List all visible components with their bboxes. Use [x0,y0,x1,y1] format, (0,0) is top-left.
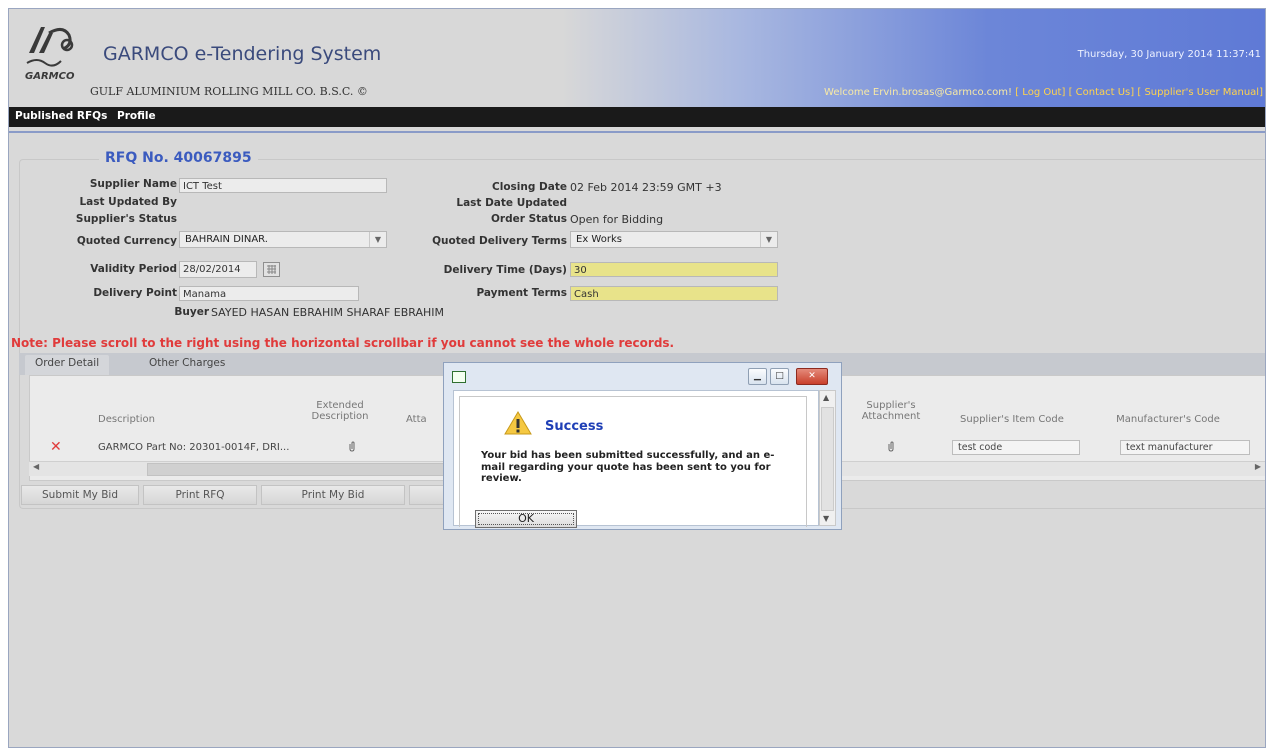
supplier-item-code-input[interactable]: test code [952,440,1080,455]
paperclip-icon[interactable] [887,441,895,455]
logout-link[interactable]: [ Log Out] [1015,87,1065,98]
buyer-value: SAYED HASAN EBRAHIM SHARAF EBRAHIM [211,306,444,319]
contact-us-link[interactable]: [ Contact Us] [1069,87,1135,98]
delete-row-icon[interactable]: ✕ [50,439,62,455]
minimize-icon[interactable]: ▁ [748,368,767,385]
scroll-left-icon[interactable]: ◀ [33,462,39,471]
col-supplier-attachment: Supplier's Attachment [861,400,921,422]
delivery-terms-select[interactable]: Ex Works ▼ [570,231,778,248]
col-attachment: Atta [406,414,427,425]
col-description: Description [98,414,155,425]
window-icon [452,371,466,383]
scroll-down-icon[interactable]: ▼ [823,514,829,523]
supplier-name-field[interactable]: ICT Test [179,178,387,193]
nav-profile[interactable]: Profile [117,110,156,122]
delivery-time-field[interactable]: 30 [570,262,778,277]
warning-icon [504,411,532,435]
closing-date-label: Closing Date [492,181,567,193]
last-updated-by-label: Last Updated By [79,196,177,208]
scroll-note: Note: Please scroll to the right using t… [11,336,675,350]
close-icon[interactable]: ✕ [796,368,828,385]
supplier-status-label: Supplier's Status [75,213,177,225]
tab-order-detail[interactable]: Order Detail [25,355,110,375]
payment-terms-field[interactable]: Cash [570,286,778,301]
garmco-logo: GARMCO [25,27,75,81]
paperclip-icon[interactable] [348,441,356,455]
quoted-currency-value: BAHRAIN DINAR. [185,234,268,245]
dialog-scrollbar[interactable]: ▲ ▼ [819,390,836,526]
divider [9,131,1265,133]
delivery-time-label: Delivery Time (Days) [443,264,567,276]
manufacturer-code-input[interactable]: text manufacturer [1120,440,1250,455]
dialog-scroll-thumb[interactable] [821,407,834,511]
col-supplier-item-code: Supplier's Item Code [960,414,1064,425]
order-status-value: Open for Bidding [570,213,664,226]
success-dialog: ▁ □ ✕ ▲ ▼ Success Your bid has been subm… [443,362,842,530]
row-description: GARMCO Part No: 20301-0014F, DRI... [98,442,290,453]
date-time: Thursday, 30 January 2014 11:37:41 [1077,49,1261,60]
ok-button[interactable]: OK [475,510,577,528]
maximize-icon[interactable]: □ [770,368,789,385]
submit-my-bid-button[interactable]: Submit My Bid [21,485,139,505]
delivery-point-label: Delivery Point [93,287,177,299]
site-header: GARMCO GARMCO e-Tendering System GULF AL… [9,9,1265,107]
quoted-currency-label: Quoted Currency [76,235,177,247]
validity-period-field[interactable]: 28/02/2014 [179,261,257,278]
chevron-down-icon[interactable]: ▼ [760,232,777,247]
print-rfq-button[interactable]: Print RFQ [143,485,257,505]
validity-period-label: Validity Period [90,263,177,275]
tab-other-charges[interactable]: Other Charges [149,357,225,369]
delivery-terms-value: Ex Works [576,234,622,245]
welcome-text: Welcome Ervin.brosas@Garmco.com! [824,87,1013,98]
nav-published-rfqs[interactable]: Published RFQs [15,110,107,122]
user-manual-link[interactable]: [ Supplier's User Manual] [1137,87,1263,98]
scroll-right-icon[interactable]: ▶ [1255,462,1261,471]
payment-terms-label: Payment Terms [476,287,568,299]
closing-date-value: 02 Feb 2014 23:59 GMT +3 [570,181,722,194]
order-status-label: Order Status [491,213,567,225]
page-title: GARMCO e-Tendering System [103,43,382,65]
company-name: GULF ALUMINIUM ROLLING MILL CO. B.S.C. © [90,85,368,98]
success-heading: Success [542,419,607,434]
success-message: Your bid has been submitted successfully… [481,450,775,484]
col-extended-description: Extended Description [311,400,369,422]
rfq-number: RFQ No. 40067895 [99,150,258,166]
welcome-bar: Welcome Ervin.brosas@Garmco.com! [ Log O… [824,87,1263,98]
svg-text:GARMCO: GARMCO [25,71,75,81]
delivery-point-field[interactable]: Manama [179,286,359,301]
dialog-titlebar[interactable]: ▁ □ ✕ [444,363,839,390]
focus-ring [478,513,574,525]
calendar-icon[interactable] [263,262,280,277]
print-my-bid-button[interactable]: Print My Bid [261,485,405,505]
buyer-label: Buyer [174,306,209,318]
quoted-currency-select[interactable]: BAHRAIN DINAR. ▼ [179,231,387,248]
delivery-terms-label: Quoted Delivery Terms [432,235,567,247]
col-manufacturer-code: Manufacturer's Code [1116,414,1220,425]
browser-frame: GARMCO GARMCO e-Tendering System GULF AL… [8,8,1266,748]
supplier-name-label: Supplier Name [89,178,177,190]
scroll-up-icon[interactable]: ▲ [823,393,829,402]
chevron-down-icon[interactable]: ▼ [369,232,386,247]
main-nav: Published RFQs Profile [9,107,1265,127]
last-date-updated-label: Last Date Updated [456,197,567,209]
